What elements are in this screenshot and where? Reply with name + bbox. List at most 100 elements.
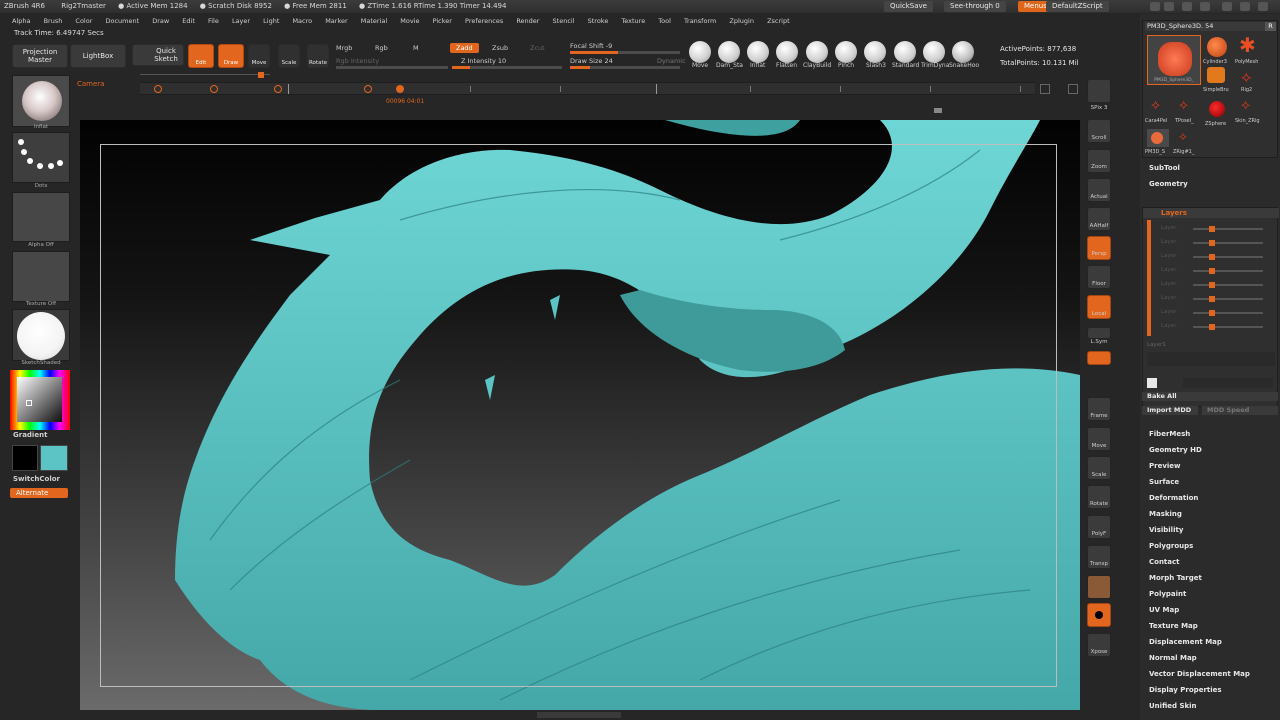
lsym-icon[interactable] (1087, 327, 1111, 339)
subtool-menu[interactable]: SubTool (1149, 164, 1180, 172)
timeline-track[interactable] (140, 82, 1035, 95)
timeline-marker[interactable] (258, 72, 264, 78)
rgb-intensity-slider[interactable]: Rgb Intensity (336, 57, 379, 65)
displacement-map-menu[interactable]: Displacement Map (1149, 638, 1222, 646)
layer-row[interactable]: Layer (1153, 252, 1273, 262)
canvas-mini-scroll[interactable] (934, 108, 942, 113)
menu-stroke[interactable]: Stroke (588, 17, 609, 25)
r-button[interactable]: R (1265, 22, 1276, 31)
lightbox-button[interactable]: LightBox (70, 44, 126, 68)
skin-zrig-tool-icon[interactable]: ⟡ (1241, 97, 1250, 113)
minimize-icon[interactable] (1222, 2, 1232, 11)
zsphere-tool-icon[interactable] (1209, 101, 1225, 117)
color-picker-square[interactable] (17, 377, 62, 422)
menu-edit[interactable]: Edit (182, 17, 195, 25)
preview-menu[interactable]: Preview (1149, 462, 1181, 470)
document-canvas[interactable] (80, 120, 1080, 710)
alternate-toggle[interactable]: Alternate (10, 488, 68, 498)
layer-strength-knob[interactable] (1209, 296, 1215, 302)
edit-mode-button[interactable]: Edit (188, 44, 214, 68)
brush-damstandard-icon[interactable] (718, 41, 740, 63)
color-picker-cursor[interactable] (26, 400, 32, 406)
color-picker[interactable] (10, 370, 70, 430)
timeline-key[interactable] (364, 85, 372, 93)
layer-row[interactable]: Layer (1153, 294, 1273, 304)
mrgb-toggle[interactable]: Mrgb (336, 44, 352, 52)
m-toggle[interactable]: M (413, 44, 419, 52)
menu-zplugin[interactable]: Zplugin (729, 17, 754, 25)
simplebrush-tool-icon[interactable] (1207, 67, 1225, 83)
fibermesh-menu[interactable]: FiberMesh (1149, 430, 1190, 438)
polypaint-menu[interactable]: Polypaint (1149, 590, 1186, 598)
zcut-toggle[interactable]: Zcut (530, 44, 545, 52)
masking-menu[interactable]: Masking (1149, 510, 1182, 518)
menu-macro[interactable]: Macro (292, 17, 312, 25)
layer-strength-knob[interactable] (1209, 226, 1215, 232)
menu-light[interactable]: Light (263, 17, 279, 25)
brush-move-icon[interactable] (689, 41, 711, 63)
layer-strength-knob[interactable] (1209, 254, 1215, 260)
visibility-menu[interactable]: Visibility (1149, 526, 1183, 534)
geometry-hd-menu[interactable]: Geometry HD (1149, 446, 1202, 454)
menu-preferences[interactable]: Preferences (465, 17, 503, 25)
see-through-slider[interactable]: See-through 0 (944, 1, 1006, 12)
timeline-key-active[interactable] (396, 85, 404, 93)
rgb-intensity-track[interactable] (336, 66, 448, 69)
focal-shift-track[interactable] (570, 51, 680, 54)
timeline-key[interactable] (210, 85, 218, 93)
menu-stencil[interactable]: Stencil (553, 17, 575, 25)
layer-strength-knob[interactable] (1209, 240, 1215, 246)
menu-layer[interactable]: Layer (232, 17, 250, 25)
mdd-speed-slider[interactable]: MDD Speed (1202, 406, 1278, 415)
brush-slash3-icon[interactable] (864, 41, 886, 63)
spix-icon[interactable] (1087, 79, 1111, 103)
xyz-rotation-icon[interactable] (1087, 351, 1111, 365)
normal-map-menu[interactable]: Normal Map (1149, 654, 1197, 662)
timeline-end-icon[interactable] (1040, 84, 1050, 94)
texture-map-menu[interactable]: Texture Map (1149, 622, 1198, 630)
layer-record-toggle[interactable] (1147, 378, 1157, 388)
layer-row[interactable]: Layer (1153, 322, 1273, 332)
cara4pel-tool-icon[interactable]: ⟡ (1151, 97, 1160, 113)
pm3d-small-tool-icon[interactable] (1147, 129, 1169, 147)
brush-standard-icon[interactable] (894, 41, 916, 63)
menu-alpha[interactable]: Alpha (12, 17, 30, 25)
timeline-key[interactable] (154, 85, 162, 93)
move-mode-button[interactable]: Move (248, 44, 270, 68)
brush-claybuildup-icon[interactable] (806, 41, 828, 63)
tool-thumb-active[interactable]: PM3D_Sphere3D_ (1147, 35, 1201, 85)
polymesh-tool-icon[interactable]: ✱ (1239, 35, 1256, 55)
rig2-tool-icon[interactable]: ⟡ (1241, 67, 1252, 87)
quicksave-button[interactable]: QuickSave (884, 1, 933, 12)
gradient-toggle[interactable]: Gradient (13, 431, 47, 439)
ghost-icon[interactable] (1087, 575, 1111, 599)
layer-strength-slider[interactable] (1193, 242, 1263, 244)
deformation-menu[interactable]: Deformation (1149, 494, 1198, 502)
timeline-key[interactable] (274, 85, 282, 93)
contact-menu[interactable]: Contact (1149, 558, 1180, 566)
menu-file[interactable]: File (208, 17, 219, 25)
bake-all-button[interactable]: Bake All (1142, 392, 1278, 401)
morph-target-menu[interactable]: Morph Target (1149, 574, 1202, 582)
menu-brush[interactable]: Brush (44, 17, 63, 25)
layer-row[interactable]: Layer (1153, 308, 1273, 318)
layer-row[interactable]: Layer (1153, 280, 1273, 290)
layer-strength-slider[interactable] (1193, 270, 1263, 272)
layers-header[interactable]: Layers (1143, 208, 1279, 218)
canvas-scroll-handle[interactable] (537, 712, 621, 718)
geometry-menu[interactable]: Geometry (1149, 180, 1188, 188)
layer-strength-knob[interactable] (1209, 268, 1215, 274)
menu-document[interactable]: Document (105, 17, 139, 25)
scale-mode-button[interactable]: Scale (278, 44, 300, 68)
layer-row[interactable]: Layer (1153, 238, 1273, 248)
unified-skin-menu[interactable]: Unified Skin (1149, 702, 1197, 710)
rotate-mode-button[interactable]: Rotate (307, 44, 329, 68)
layer-strength-slider[interactable] (1193, 298, 1263, 300)
current-tool-name[interactable]: PM3D_Sphere3D. 54 (1145, 22, 1265, 31)
brush-snakehook-icon[interactable] (952, 41, 974, 63)
draw-size-slider[interactable]: Draw Size 24 (570, 57, 613, 65)
menu-render[interactable]: Render (516, 17, 539, 25)
close-icon[interactable] (1258, 2, 1268, 11)
default-zscript-button[interactable]: DefaultZScript (1046, 1, 1109, 12)
projection-master-button[interactable]: Projection Master (12, 44, 68, 68)
